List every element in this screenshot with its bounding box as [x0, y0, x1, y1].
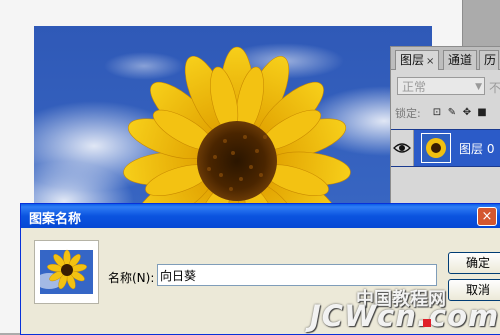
tab-close-icon[interactable]: × [426, 56, 434, 67]
tab-channels[interactable]: 通道 [443, 50, 478, 70]
layer-name: 图层 0 [459, 142, 495, 156]
lock-transparency-icon[interactable]: ⊡ [431, 107, 443, 119]
close-icon[interactable]: × [477, 207, 497, 226]
watermark-en: JCWcn.com [310, 299, 500, 333]
blend-mode-select[interactable]: 正常 ▼ [397, 77, 485, 95]
lock-move-icon[interactable]: ✥ [461, 107, 473, 119]
tab-layers-label: 图层 [400, 53, 425, 67]
pattern-preview [34, 240, 99, 304]
watermark-dot [423, 319, 431, 327]
tab-channels-label: 通道 [448, 53, 473, 67]
visibility-eye-icon[interactable] [391, 130, 414, 166]
chevron-down-icon: ▼ [475, 82, 482, 92]
dialog-title: 图案名称 [29, 212, 82, 227]
opacity-label: 不 [489, 81, 500, 95]
layer-thumbnail [421, 133, 451, 163]
lock-brush-icon[interactable]: ✎ [446, 107, 458, 119]
dialog-titlebar[interactable]: 图案名称 × [21, 204, 500, 228]
layers-panel-tabs: 图层 × 通道 历 [391, 47, 500, 70]
blend-mode-value: 正常 [402, 80, 427, 94]
tab-history[interactable]: 历 [479, 50, 499, 70]
layers-panel: 图层 × 通道 历 正常 ▼ 不 锁定: ⊡ ✎ ✥ ■ 图层 0 [390, 46, 500, 217]
watermark-logo: 中国教程网 JCWcn.com [310, 283, 500, 333]
lock-icons: ⊡ ✎ ✥ ■ [431, 105, 491, 119]
tab-layers[interactable]: 图层 × [395, 50, 440, 70]
name-label: 名称(N): [108, 271, 155, 285]
pattern-thumbnail [35, 249, 93, 294]
lock-label: 锁定: [395, 107, 421, 120]
ok-button[interactable]: 确定 [448, 252, 500, 274]
layer-row[interactable]: 图层 0 [391, 129, 500, 167]
lock-all-icon[interactable]: ■ [476, 107, 488, 119]
tab-history-label: 历 [484, 53, 497, 67]
lock-row: 锁定: ⊡ ✎ ✥ ■ [395, 105, 500, 121]
